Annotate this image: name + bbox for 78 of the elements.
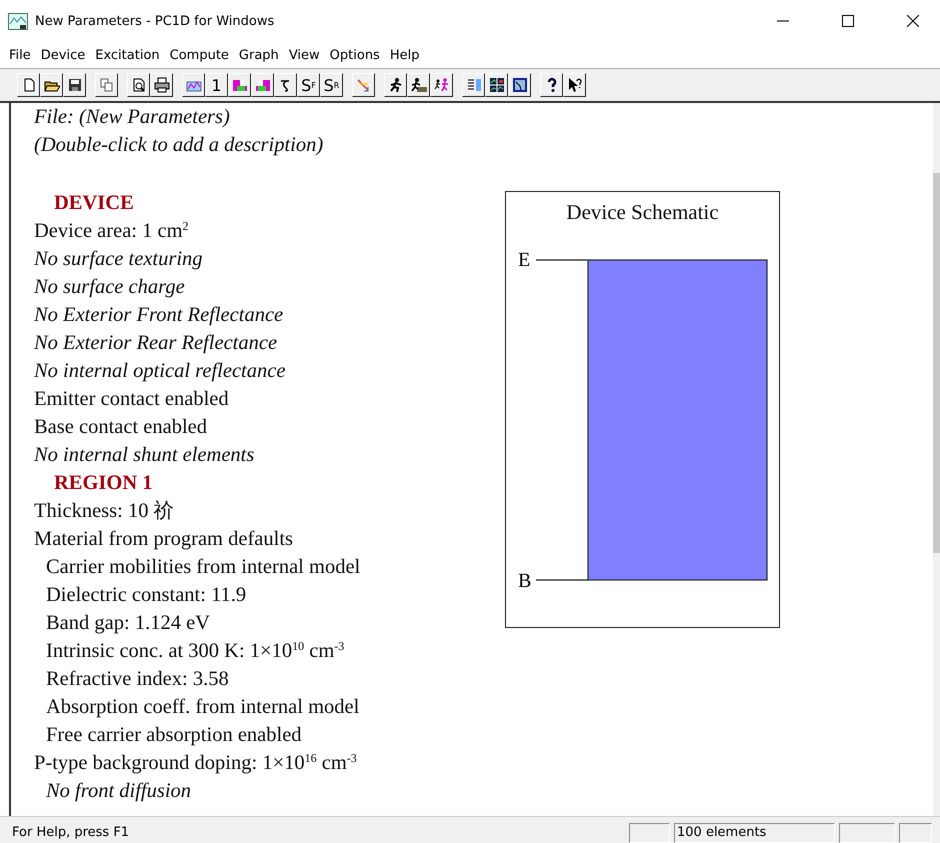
copy-icon [98, 77, 114, 93]
section-heading: DEVICE [53, 191, 135, 216]
parameter-line: Intrinsic conc. at 300 K: 1×10$^{10}$ cm$^{-3}$ [45, 638, 346, 664]
open-folder-button[interactable] [40, 73, 63, 97]
status-help-text: For Help, press F1 [11, 825, 130, 842]
menu-item[interactable]: View [284, 46, 325, 64]
printer-icon [154, 77, 170, 93]
maximize-icon[interactable] [842, 15, 854, 27]
emitter-label: E [518, 249, 530, 271]
copy-button[interactable] [95, 73, 118, 97]
base-label: B [518, 570, 532, 589]
text-view-icon [466, 77, 482, 93]
two-runners-icon [434, 77, 450, 93]
parameter-line: Refractive index: 3.58 [45, 667, 230, 692]
app-icon [8, 12, 28, 30]
rear-region-icon [254, 77, 270, 93]
parameter-line: No surface charge [34, 275, 186, 300]
running-figure-icon [388, 77, 404, 93]
parameter-line: Device area: 1 cm$^{2}$ [34, 218, 190, 244]
running-steps-button[interactable] [407, 73, 430, 97]
new-file-button[interactable] [17, 73, 40, 97]
file-name: File: (New Parameters) [34, 105, 231, 130]
menu-item[interactable]: Help [384, 46, 424, 64]
parameter-line: Emitter contact enabled [34, 387, 230, 412]
light-signal-icon [356, 77, 372, 93]
text-view-button[interactable] [462, 73, 485, 97]
status-pane [899, 823, 932, 843]
parameter-line: Base contact enabled [34, 415, 208, 440]
four-graphs-icon [488, 77, 504, 93]
save-disk-button[interactable] [63, 73, 86, 97]
parameter-line: Absorption coeff. from internal model [45, 695, 360, 720]
section-heading: REGION 1 [53, 471, 154, 496]
graph-view-button[interactable] [508, 73, 531, 97]
description-prompt: (Double-click to add a description) [34, 133, 324, 158]
menu-item[interactable]: Device [36, 46, 90, 64]
status-pane [629, 823, 670, 843]
window-title: New Parameters - PC1D for Windows [35, 14, 274, 28]
menu-item[interactable]: Excitation [90, 46, 165, 64]
front-region-button[interactable] [228, 73, 251, 97]
pointer-help-icon [566, 77, 582, 93]
light-signal-button[interactable] [352, 73, 375, 97]
help-button[interactable] [540, 73, 563, 97]
schematic-title: Device Schematic [566, 200, 719, 225]
running-steps-icon [410, 77, 426, 93]
front-region-icon [232, 77, 248, 93]
parameter-line: Band gap: 1.124 eV [45, 611, 211, 636]
menu-item[interactable]: Options [324, 46, 385, 64]
parameter-line: Thickness: 10 祄 [34, 499, 176, 524]
scrollbar[interactable] [933, 103, 940, 816]
toolbar-button[interactable]: 1 [205, 73, 228, 97]
pointer-help-button[interactable] [563, 73, 586, 97]
running-figure-button[interactable] [384, 73, 407, 97]
parameter-line: Material from program defaults [34, 527, 294, 552]
menu-item[interactable]: Compute [164, 46, 234, 64]
parameter-line: No surface texturing [34, 247, 204, 272]
parameter-line: No Exterior Front Reflectance [34, 303, 284, 328]
rear-region-button[interactable] [251, 73, 274, 97]
parameter-line: Carrier mobilities from internal model [45, 555, 362, 580]
print-preview-button[interactable] [127, 73, 150, 97]
two-runners-button[interactable] [430, 73, 453, 97]
parameter-line: No internal shunt elements [34, 443, 256, 468]
parameter-line: P-type background doping: 1×10$^{16}$ cm$^{-3}$ [34, 750, 358, 776]
parameter-line: Dielectric constant: 11.9 [45, 583, 248, 608]
parameter-line: No front diffusion [44, 779, 192, 804]
status-pane [839, 823, 895, 843]
print-preview-icon [130, 77, 146, 93]
close-icon[interactable] [907, 15, 919, 27]
graph-window-button[interactable] [182, 73, 205, 97]
parameter-line: Free carrier absorption enabled [45, 723, 303, 748]
graph-view-icon [512, 77, 528, 93]
printer-button[interactable] [150, 73, 173, 97]
lifetime-curve-button[interactable] [274, 73, 297, 97]
element-count: 100 elements [674, 823, 835, 843]
parameter-line: No Exterior Rear Reflectance [34, 331, 278, 356]
four-graphs-button[interactable] [485, 73, 508, 97]
menu-item[interactable]: File [4, 46, 36, 64]
parameter-line: No internal optical reflectance [34, 359, 286, 384]
menu-item[interactable]: Graph [234, 46, 284, 64]
